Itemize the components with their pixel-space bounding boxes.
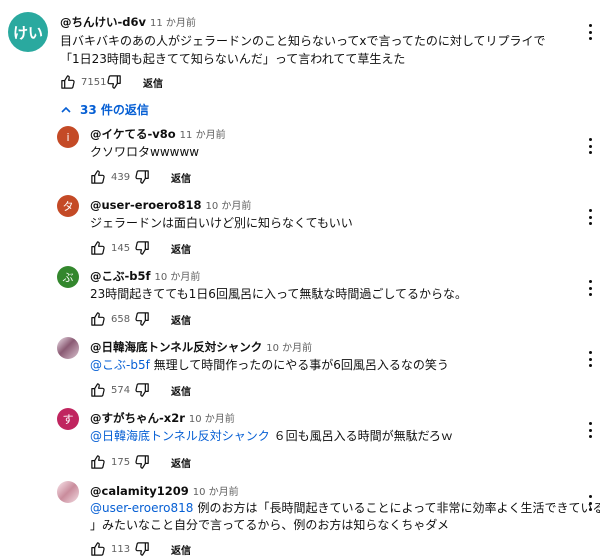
- replies-count-label: 33 件の返信: [80, 103, 149, 117]
- like-count: 439: [111, 171, 131, 183]
- mention-link[interactable]: @user-eroero818: [90, 501, 193, 515]
- comment-actions: 574 返信: [90, 380, 191, 400]
- comment-text: @日韓海底トンネル反対シャンク ６回も風呂入る時間が無駄だろｗ: [90, 426, 453, 446]
- replies-toggle-button[interactable]: 33 件の返信: [60, 101, 149, 118]
- comment-actions: 439 返信: [90, 167, 191, 187]
- avatar[interactable]: ぶ: [57, 266, 79, 288]
- more-options-icon[interactable]: [588, 138, 592, 154]
- comment-text: クソワロタwwwww: [90, 145, 200, 159]
- comment-text-content: 例のお方は「長時間起きていることによって非常に効率よく生活できている: [197, 501, 600, 515]
- dislike-icon[interactable]: [135, 311, 151, 327]
- dislike-icon[interactable]: [135, 382, 151, 398]
- comment-time[interactable]: 11 か月前: [150, 18, 196, 29]
- like-icon[interactable]: [90, 541, 106, 557]
- author-name[interactable]: @こぶ-b5f: [90, 269, 151, 283]
- like-count: 113: [111, 543, 131, 555]
- comment-author[interactable]: @こぶ-b5f 10 か月前: [90, 268, 200, 284]
- more-options-icon[interactable]: [588, 280, 592, 296]
- dislike-icon[interactable]: [135, 169, 151, 185]
- like-count: 7151: [81, 76, 107, 88]
- reply-button[interactable]: 返信: [171, 312, 191, 327]
- comment-actions: 658 返信: [90, 309, 191, 329]
- comment-text: ジェラードンは面白いけど別に知らなくてもいい: [90, 216, 353, 230]
- avatar[interactable]: す: [57, 408, 79, 430]
- like-icon[interactable]: [90, 382, 106, 398]
- comment-actions: 7151 返信: [60, 72, 163, 92]
- author-name[interactable]: @ちんけい-d6v: [60, 15, 146, 29]
- reply-button[interactable]: 返信: [171, 241, 191, 256]
- comment-text-line-2: 」みたいなこと自分で言ってるから、例のお方は知らなくちゃダメ: [90, 518, 450, 532]
- comment-author[interactable]: @calamity1209 10 か月前: [90, 483, 239, 498]
- comment-author[interactable]: @user-eroero818 10 か月前: [90, 197, 251, 212]
- avatar[interactable]: けい: [8, 12, 48, 52]
- author-name[interactable]: @calamity1209: [90, 484, 189, 498]
- reply-button[interactable]: 返信: [143, 75, 163, 90]
- reply-button[interactable]: 返信: [171, 455, 191, 470]
- more-options-icon[interactable]: [588, 351, 592, 367]
- like-count: 145: [111, 242, 131, 254]
- avatar[interactable]: タ: [57, 195, 79, 217]
- reply-button[interactable]: 返信: [171, 170, 191, 185]
- comment-actions: 175 返信: [90, 452, 191, 472]
- avatar[interactable]: [57, 337, 79, 359]
- dislike-icon[interactable]: [135, 454, 151, 470]
- comment-time[interactable]: 10 か月前: [189, 414, 235, 425]
- comment-actions: 113 返信: [90, 539, 191, 559]
- dislike-icon[interactable]: [107, 74, 123, 90]
- like-icon[interactable]: [90, 454, 106, 470]
- like-icon[interactable]: [60, 74, 76, 90]
- dislike-icon[interactable]: [135, 240, 151, 256]
- comment-time[interactable]: 10 か月前: [266, 343, 312, 354]
- comment-text-line-2: 「1日23時間も起きてて知らないんだ」って言われてて草生えた: [60, 52, 406, 66]
- comment-author[interactable]: @すがちゃん-x2r 10 か月前: [90, 410, 235, 426]
- comment-time[interactable]: 10 か月前: [155, 272, 201, 283]
- like-count: 574: [111, 384, 131, 396]
- more-options-icon[interactable]: [588, 24, 592, 40]
- mention-link[interactable]: @日韓海底トンネル反対シャンク: [90, 429, 270, 443]
- like-count: 175: [111, 456, 131, 468]
- comment-author[interactable]: @イケてる-v8o 11 か月前: [90, 126, 226, 142]
- comment-text: @こぶ-b5f 無理して時間作ったのにやる事が6回風呂入るなの笑う: [90, 355, 449, 375]
- dislike-icon[interactable]: [135, 541, 151, 557]
- comment-time[interactable]: 10 か月前: [206, 201, 252, 212]
- comment-time[interactable]: 11 か月前: [180, 130, 226, 141]
- avatar[interactable]: [57, 481, 79, 503]
- mention-link[interactable]: @こぶ-b5f: [90, 358, 150, 372]
- chevron-up-icon: [61, 106, 71, 113]
- reply-button[interactable]: 返信: [171, 383, 191, 398]
- comment-author[interactable]: @ちんけい-d6v 11 か月前: [60, 14, 196, 30]
- like-icon[interactable]: [90, 240, 106, 256]
- comment-text: 23時間起きてても1日6回風呂に入って無駄な時間過ごしてるからな。: [90, 287, 467, 301]
- more-options-icon[interactable]: [588, 422, 592, 438]
- avatar[interactable]: i: [57, 126, 79, 148]
- comment-author[interactable]: @日韓海底トンネル反対シャンク 10 か月前: [90, 339, 312, 355]
- comment-text-content: ６回も風呂入る時間が無駄だろｗ: [269, 429, 453, 443]
- more-options-icon[interactable]: [588, 209, 592, 225]
- author-name[interactable]: @user-eroero818: [90, 198, 202, 212]
- comment-time[interactable]: 10 か月前: [193, 487, 239, 498]
- author-name[interactable]: @イケてる-v8o: [90, 127, 176, 141]
- like-count: 658: [111, 313, 131, 325]
- like-icon[interactable]: [90, 311, 106, 327]
- author-name[interactable]: @日韓海底トンネル反対シャンク: [90, 340, 262, 354]
- comment-text-content: 無理して時間作ったのにやる事が6回風呂入るなの笑う: [149, 358, 449, 372]
- comment-actions: 145 返信: [90, 238, 191, 258]
- author-name[interactable]: @すがちゃん-x2r: [90, 411, 185, 425]
- like-icon[interactable]: [90, 169, 106, 185]
- comment-text-line-1: 目バキバキのあの人がジェラードンのこと知らないってxで言ってたのに対してリプライ…: [60, 34, 546, 48]
- reply-button[interactable]: 返信: [171, 542, 191, 557]
